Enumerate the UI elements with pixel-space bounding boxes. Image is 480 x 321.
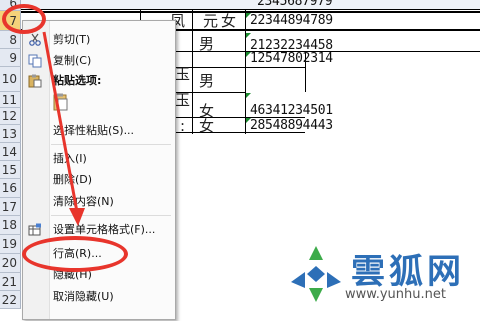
cell-phone[interactable]: 22344894789: [250, 14, 333, 28]
row-header-21[interactable]: 21: [0, 273, 21, 291]
paste-option-button[interactable]: [53, 93, 69, 111]
cell-gender[interactable]: 男: [199, 36, 214, 52]
row-header-10[interactable]: 10: [0, 67, 21, 92]
row-header-17[interactable]: 17: [0, 198, 21, 216]
cell-name[interactable]: 元: [203, 13, 218, 29]
menu-item-format-cells[interactable]: 设置单元格格式(F)...: [53, 223, 155, 237]
menu-item-cut[interactable]: 剪切(T): [53, 33, 90, 47]
row-header-12[interactable]: 12: [0, 108, 21, 125]
row-header-14[interactable]: 14: [0, 143, 21, 161]
cell-phone[interactable]: 2345687979: [257, 0, 333, 9]
menu-item-insert[interactable]: 插入(I): [53, 152, 87, 166]
scissors-icon: [28, 32, 42, 46]
error-indicator: [246, 52, 251, 57]
menu-item-clear-contents[interactable]: 清除内容(N): [53, 195, 114, 209]
grid-line: [21, 9, 480, 10]
error-indicator: [246, 118, 251, 123]
row-header-16[interactable]: 16: [0, 179, 21, 198]
row-header-18[interactable]: 18: [0, 216, 21, 235]
row-header-11[interactable]: 11: [0, 92, 21, 108]
row-header-22[interactable]: 22: [0, 291, 21, 309]
row-header-19[interactable]: 19: [0, 235, 21, 254]
cell-name[interactable]: 玉: [175, 92, 190, 108]
row-header-8[interactable]: 8: [0, 31, 21, 49]
copy-icon: [28, 53, 42, 68]
cell-gender[interactable]: 女: [199, 118, 214, 134]
cell-phone[interactable]: 46341234501: [250, 104, 333, 118]
cell-phone[interactable]: 28548894443: [250, 119, 333, 133]
watermark-url: www.yunhu.net: [345, 287, 446, 302]
row-header-15[interactable]: 15: [0, 161, 21, 179]
format-cells-icon: [28, 222, 42, 236]
watermark-title: 雲狐网: [351, 252, 465, 292]
menu-item-delete[interactable]: 删除(D): [53, 173, 92, 187]
menu-item-copy[interactable]: 复制(C): [53, 54, 91, 68]
cell-gender[interactable]: 男: [199, 73, 214, 89]
error-indicator: [246, 13, 251, 18]
grid-line: [245, 9, 246, 134]
menu-separator: [51, 144, 171, 145]
cell-gender[interactable]: 女: [221, 13, 236, 29]
grid-line: [192, 9, 193, 134]
cell-phone[interactable]: 12547802314: [250, 52, 333, 66]
context-menu: 剪切(T) 复制(C) 粘贴选项: 选择性粘贴(S)... 插入(I) 删除(D…: [22, 20, 176, 320]
cell-name[interactable]: :: [180, 118, 185, 134]
watermark: 雲狐网 www.yunhu.net: [285, 242, 475, 317]
annotation-circle-row-height: [22, 236, 128, 272]
row-header-13[interactable]: 13: [0, 125, 21, 143]
ribbon-strip: [0, 0, 480, 9]
cell-name[interactable]: 玉: [175, 66, 190, 82]
menu-item-unhide[interactable]: 取消隐藏(U): [53, 290, 114, 304]
error-indicator: [246, 33, 251, 38]
annotation-circle-row-header: [2, 4, 46, 34]
paste-icon: [28, 73, 42, 88]
watermark-logo-icon: [291, 246, 341, 302]
menu-item-paste-options: 粘贴选项:: [53, 74, 102, 87]
row-header-20[interactable]: 20: [0, 254, 21, 273]
menu-separator: [51, 215, 171, 216]
row-header-9[interactable]: 9: [0, 49, 21, 67]
menu-item-paste-special[interactable]: 选择性粘贴(S)...: [53, 124, 134, 138]
error-indicator: [246, 93, 251, 98]
